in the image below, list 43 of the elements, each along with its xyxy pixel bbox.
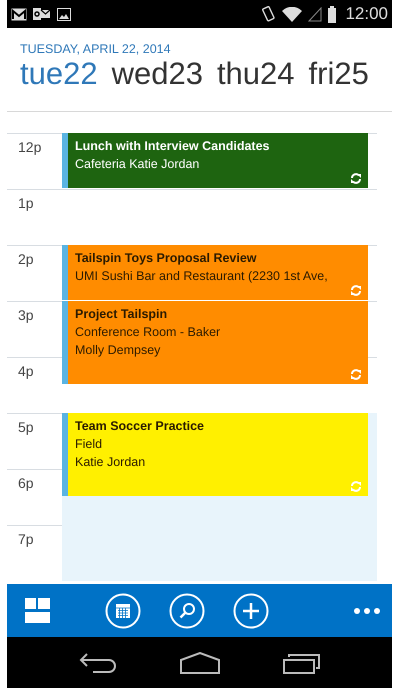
hour-label: 4p [17,362,35,379]
signal-icon [308,6,322,22]
event-title: Project Tailspin [75,306,168,323]
image-icon [57,8,71,20]
event-title: Lunch with Interview Candidates [75,138,270,155]
wifi-icon [282,6,302,22]
event-detail: Molly Dempsey [75,342,162,359]
event-detail: Katie Jordan [75,454,146,471]
hour-label: 1p [17,194,35,211]
calendar-event[interactable]: Lunch with Interview Candidates Cafeteria Katie Jordan [62,133,368,188]
day-tab[interactable]: thu24 [216,56,295,92]
recent-apps-icon[interactable] [282,652,320,674]
clock-time: 12:00 [345,4,388,24]
more-icon[interactable] [354,608,380,614]
rotation-icon [262,6,276,22]
home-icon[interactable] [180,652,220,674]
hour-label: 3p [17,306,35,323]
calendar-event[interactable]: Tailspin Toys Proposal Review UMI Sushi Bar and Restaurant (2230 1st Ave, [62,245,368,300]
event-title: Tailspin Toys Proposal Review [75,250,258,267]
battery-icon [328,6,336,22]
event-detail: UMI Sushi Bar and Restaurant (2230 1st Ave, [75,268,329,285]
add-button-icon[interactable] [233,592,269,628]
hour-label: 6p [17,474,35,491]
tiles-icon[interactable] [25,598,50,623]
hour-label: 12p [17,138,42,155]
calendar-button-icon[interactable] [105,592,141,628]
day-tab[interactable]: fri25 [308,56,369,92]
event-title: Team Soccer Practice [75,418,206,435]
day-tab[interactable]: tue22 [20,56,98,92]
hour-label: 5p [17,418,35,435]
hour-label: 2p [17,250,35,267]
mail-icon [11,8,27,20]
event-detail: Cafeteria Katie Jordan [75,156,200,173]
calendar-mail-icon [33,7,51,21]
event-detail: Conference Room - Baker [75,324,222,341]
hour-label: 7p [17,530,35,547]
date-heading: TUESDAY, APRIL 22, 2014 [20,42,172,56]
calendar-event[interactable]: Project Tailspin Conference Room - Baker Molly Dempsey [62,301,368,384]
search-button-icon[interactable] [169,592,205,628]
calendar-event[interactable]: Team Soccer Practice Field Katie Jordan [62,413,368,496]
day-tab[interactable]: wed23 [112,56,203,92]
event-detail: Field [75,436,104,453]
back-icon[interactable] [78,652,116,672]
